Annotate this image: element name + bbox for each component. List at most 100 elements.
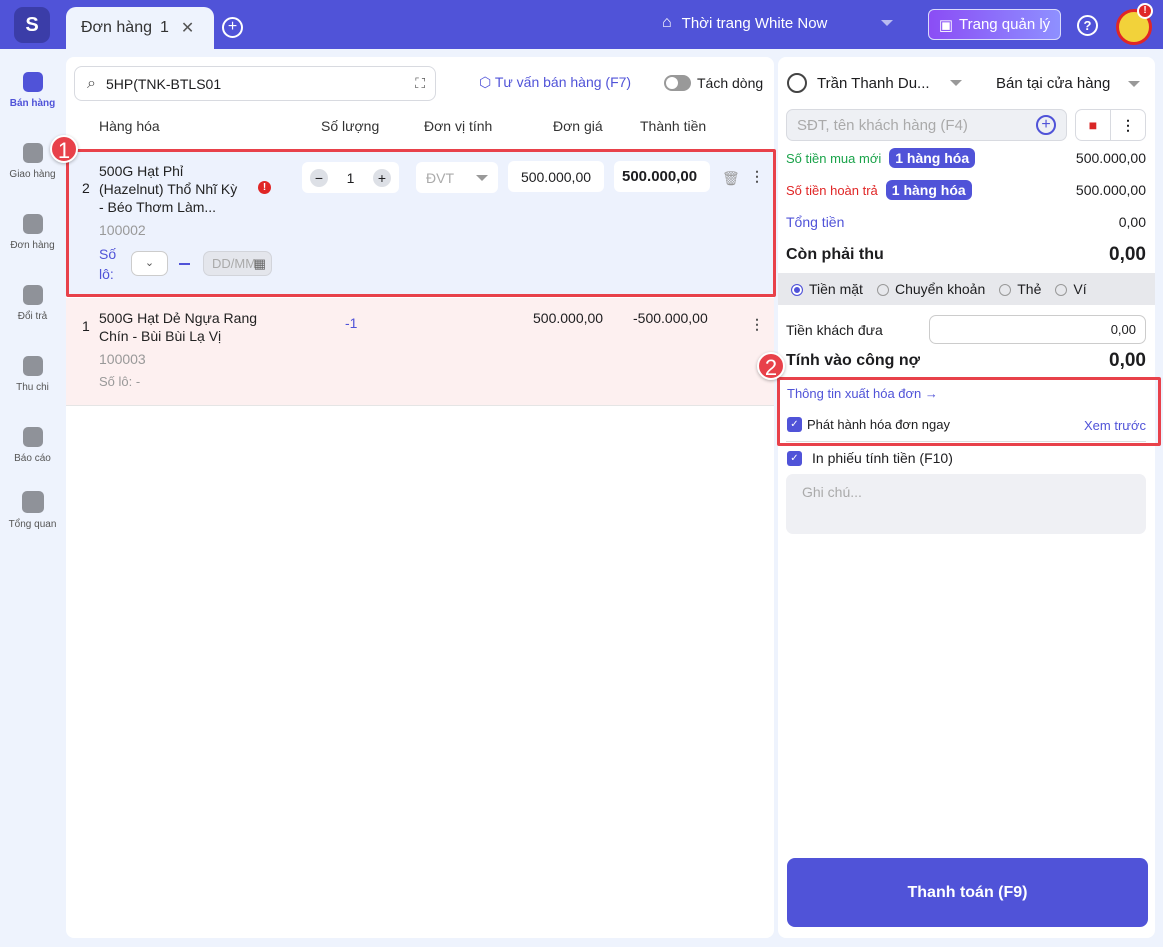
- total-value: 0,00: [1118, 214, 1146, 230]
- payment-transfer[interactable]: Chuyển khoản: [876, 281, 985, 297]
- customer-search-input[interactable]: SĐT, tên khách hàng (F4) +: [786, 109, 1067, 141]
- checkout-button[interactable]: Thanh toán (F9): [787, 858, 1148, 927]
- highlight-box-2: [777, 377, 1161, 446]
- chevron-down-icon: [949, 80, 962, 86]
- highlight-box-1: [66, 149, 776, 297]
- lot-info: Số lô: -: [99, 374, 141, 389]
- store-icon: ⌂: [662, 14, 672, 31]
- consult-label: Tư vấn bán hàng (F7): [494, 74, 632, 90]
- box-search-icon: ⬡: [479, 74, 495, 90]
- wallet-icon: [22, 356, 43, 376]
- cash-given-input[interactable]: 0,00: [929, 315, 1146, 344]
- sales-consult-link[interactable]: ⬡ Tư vấn bán hàng (F7): [479, 74, 631, 91]
- clipboard-icon: ▣: [938, 16, 953, 34]
- header-unit: Đơn vị tính: [424, 118, 493, 134]
- payment-cash[interactable]: Tiền mặt: [791, 281, 863, 297]
- sidebar-label: Giao hàng: [9, 169, 56, 180]
- item-count-pill[interactable]: 1 hàng hóa: [885, 180, 972, 200]
- sidebar-item-reports[interactable]: Báo cáo: [0, 427, 65, 464]
- add-customer-icon[interactable]: +: [1036, 115, 1056, 135]
- chart-icon: [22, 427, 43, 447]
- header-quantity: Số lượng: [321, 118, 380, 134]
- radio-icon: [1055, 284, 1068, 297]
- sidebar-item-orders[interactable]: Đơn hàng: [0, 214, 65, 251]
- refund-value: 500.000,00: [1075, 182, 1146, 198]
- radio-icon: [791, 284, 803, 297]
- gift-icon[interactable]: ■: [1076, 110, 1111, 140]
- more-icon[interactable]: ⋮: [750, 316, 764, 333]
- annotation-badge-2: 2: [757, 352, 785, 380]
- payment-method-group: Tiền mặt Chuyển khoản Thẻ Ví: [778, 273, 1155, 305]
- price-value: 500.000,00: [533, 310, 604, 326]
- search-value: 5HP(TNK-BTLS01: [105, 75, 222, 92]
- total-value: -500.000,00: [633, 310, 708, 326]
- document-icon: [22, 214, 43, 234]
- staff-selector[interactable]: Trần Thanh Du...: [787, 73, 962, 93]
- split-line-label: Tách dòng: [697, 75, 764, 91]
- debt-label: Tính vào công nợ: [786, 352, 921, 369]
- chevron-down-icon: [881, 20, 894, 26]
- header-total: Thành tiền: [640, 118, 707, 134]
- payment-wallet[interactable]: Ví: [1055, 281, 1087, 297]
- radio-icon: [876, 284, 889, 297]
- more-icon[interactable]: ⋮: [1111, 110, 1145, 140]
- amount-due-label: Còn phải thu: [786, 246, 884, 263]
- cash-given-label: Tiền khách đưa: [786, 322, 883, 338]
- barcode-scan-icon[interactable]: ⛶: [415, 75, 425, 92]
- header-price: Đơn giá: [553, 118, 603, 134]
- alert-badge: !: [1137, 3, 1153, 19]
- manager-label: Trang quản lý: [959, 16, 1051, 33]
- help-icon[interactable]: ?: [1077, 15, 1098, 36]
- tab-label: Đơn hàng: [81, 19, 152, 36]
- debt-value: 0,00: [1109, 350, 1146, 371]
- return-icon: [22, 285, 43, 305]
- radio-icon: [999, 284, 1012, 297]
- manager-page-button[interactable]: ▣ Trang quản lý: [928, 9, 1061, 40]
- quantity-value: -1: [345, 315, 358, 331]
- sidebar-item-cashflow[interactable]: Thu chi: [0, 356, 65, 393]
- staff-name: Trần Thanh Du...: [817, 74, 930, 92]
- sidebar-label: Báo cáo: [14, 453, 51, 464]
- checkbox-checked-icon: ✓: [787, 450, 802, 466]
- sidebar-label: Đơn hàng: [10, 240, 55, 251]
- header-product: Hàng hóa: [99, 118, 160, 134]
- shopping-bag-icon: [22, 72, 43, 92]
- sales-channel-selector[interactable]: Bán tại cửa hàng: [996, 75, 1141, 92]
- customer-actions: ■ ⋮: [1075, 109, 1146, 141]
- item-count-pill[interactable]: 1 hàng hóa: [889, 148, 976, 168]
- total-label: Tổng tiền: [786, 214, 845, 230]
- refund-row: Số tiền hoàn trả 1 hàng hóa: [786, 180, 972, 200]
- amount-due-value: 0,00: [1109, 244, 1146, 265]
- app-logo[interactable]: S: [14, 7, 50, 43]
- note-textarea[interactable]: Ghi chú...: [786, 474, 1146, 534]
- sidebar-item-sales[interactable]: Bán hàng: [0, 72, 65, 109]
- print-receipt-checkbox[interactable]: ✓ In phiếu tính tiền (F10): [787, 450, 953, 466]
- truck-icon: [22, 143, 43, 163]
- sidebar-item-returns[interactable]: Đổi trả: [0, 285, 65, 322]
- sidebar-label: Bán hàng: [9, 98, 56, 109]
- grid-icon: [21, 491, 44, 513]
- sidebar-item-overview[interactable]: Tổng quan: [0, 491, 65, 530]
- new-purchase-row: Số tiền mua mới 1 hàng hóa: [786, 148, 976, 168]
- tab-count: 1: [159, 19, 169, 36]
- sidebar-label: Đổi trả: [17, 311, 48, 322]
- payment-card[interactable]: Thẻ: [999, 281, 1041, 297]
- store-name: Thời trang White Now: [681, 14, 828, 32]
- split-line-toggle[interactable]: [664, 75, 691, 91]
- add-tab-button[interactable]: +: [222, 17, 243, 38]
- new-purchase-value: 500.000,00: [1075, 150, 1146, 166]
- product-code: 100003: [99, 351, 146, 367]
- product-name: 500G Hạt Dẻ Ngựa Rang Chín - Bùi Bùi Lạ V…: [99, 310, 258, 344]
- row-index: 1: [82, 318, 90, 334]
- chevron-down-icon: [1128, 80, 1141, 87]
- product-search-input[interactable]: ⌕ 5HP(TNK-BTLS01 ⛶: [74, 66, 436, 101]
- close-icon[interactable]: ✕: [181, 18, 194, 38]
- search-icon: ⌕: [87, 74, 96, 92]
- channel-label: Bán tại cửa hàng: [996, 75, 1111, 92]
- tab-order-1[interactable]: Đơn hàng 1 ✕: [66, 7, 214, 49]
- annotation-badge-1: 1: [50, 135, 78, 163]
- sidebar-label: Thu chi: [16, 382, 49, 393]
- user-icon: [787, 73, 807, 93]
- store-selector[interactable]: ⌂ Thời trang White Now: [662, 14, 894, 32]
- sidebar-label: Tổng quan: [8, 519, 57, 530]
